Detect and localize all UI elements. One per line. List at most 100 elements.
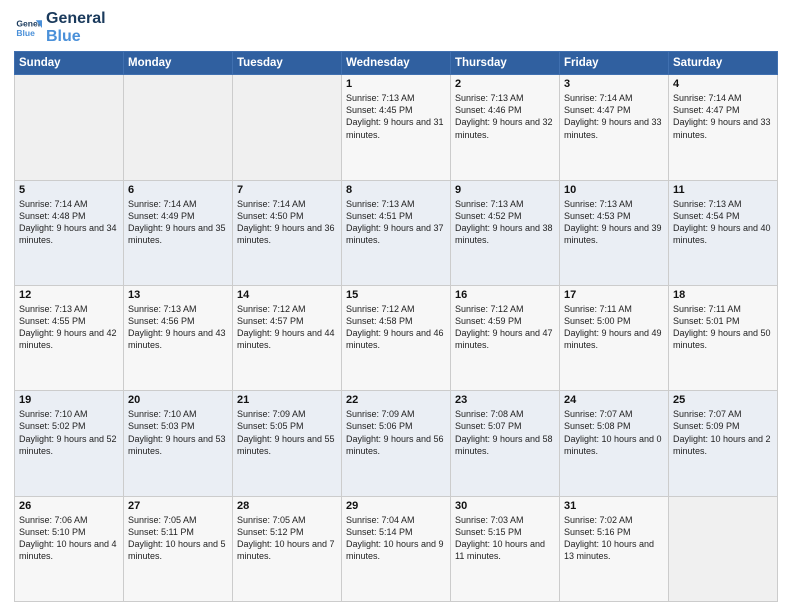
day-info: Sunrise: 7:12 AM Sunset: 4:57 PM Dayligh… [237,303,337,352]
day-info: Sunrise: 7:13 AM Sunset: 4:51 PM Dayligh… [346,198,446,247]
day-number: 30 [455,500,555,512]
logo: General Blue General Blue [14,10,106,45]
day-info: Sunrise: 7:11 AM Sunset: 5:00 PM Dayligh… [564,303,664,352]
day-number: 29 [346,500,446,512]
weekday-header-thursday: Thursday [451,52,560,75]
day-cell [15,75,124,180]
day-cell: 3Sunrise: 7:14 AM Sunset: 4:47 PM Daylig… [560,75,669,180]
day-cell: 29Sunrise: 7:04 AM Sunset: 5:14 PM Dayli… [342,496,451,601]
day-number: 7 [237,184,337,196]
week-row-3: 12 Sunrise: 7:13 AM Sunset: 4:55 PM Dayli… [15,285,778,390]
day-number: 24 [564,394,664,406]
weekday-header-saturday: Saturday [669,52,778,75]
day-cell: 26 Sunrise: 7:06 AM Sunset: 5:10 PM Dayli… [15,496,124,601]
day-number: 28 [237,500,337,512]
day-number: 19 [19,394,119,406]
day-cell [124,75,233,180]
day-info: Sunrise: 7:10 AM Sunset: 5:03 PM Dayligh… [128,408,228,457]
day-number: 12 [19,289,119,301]
day-info: Sunrise: 7:05 AM Sunset: 5:11 PM Dayligh… [128,514,228,563]
day-cell: 27 Sunrise: 7:05 AM Sunset: 5:11 PM Dayli… [124,496,233,601]
day-info: Sunrise: 7:05 AM Sunset: 5:12 PM Dayligh… [237,514,337,563]
day-info: Sunrise: 7:06 AM Sunset: 5:10 PM Dayligh… [19,514,119,563]
day-number: 26 [19,500,119,512]
day-info: Sunrise: 7:11 AM Sunset: 5:01 PM Dayligh… [673,303,773,352]
day-info: Sunrise: 7:13 AM Sunset: 4:55 PM Dayligh… [19,303,119,352]
week-row-5: 26 Sunrise: 7:06 AM Sunset: 5:10 PM Dayli… [15,496,778,601]
day-info: Sunrise: 7:13 AM Sunset: 4:53 PM Dayligh… [564,198,664,247]
svg-text:General: General [16,18,42,28]
day-cell: 30 Sunrise: 7:03 AM Sunset: 5:15 PM Dayli… [451,496,560,601]
day-info: Sunrise: 7:10 AM Sunset: 5:02 PM Dayligh… [19,408,119,457]
day-cell: 25Sunrise: 7:07 AM Sunset: 5:09 PM Dayli… [669,391,778,496]
day-number: 27 [128,500,228,512]
day-cell: 17 Sunrise: 7:11 AM Sunset: 5:00 PM Dayli… [560,285,669,390]
page: General Blue General Blue SundayMondayTu… [0,0,792,612]
day-info: Sunrise: 7:13 AM Sunset: 4:56 PM Dayligh… [128,303,228,352]
weekday-header-tuesday: Tuesday [233,52,342,75]
day-cell: 7 Sunrise: 7:14 AM Sunset: 4:50 PM Daylig… [233,180,342,285]
day-number: 9 [455,184,555,196]
day-cell: 22Sunrise: 7:09 AM Sunset: 5:06 PM Dayli… [342,391,451,496]
header: General Blue General Blue [14,10,778,45]
weekday-header-wednesday: Wednesday [342,52,451,75]
day-cell: 23 Sunrise: 7:08 AM Sunset: 5:07 PM Dayli… [451,391,560,496]
day-number: 3 [564,78,664,90]
week-row-4: 19 Sunrise: 7:10 AM Sunset: 5:02 PM Dayli… [15,391,778,496]
week-row-2: 5Sunrise: 7:14 AM Sunset: 4:48 PM Daylig… [15,180,778,285]
day-info: Sunrise: 7:07 AM Sunset: 5:08 PM Dayligh… [564,408,664,457]
day-number: 17 [564,289,664,301]
day-number: 1 [346,78,446,90]
day-number: 10 [564,184,664,196]
day-info: Sunrise: 7:02 AM Sunset: 5:16 PM Dayligh… [564,514,664,563]
day-number: 4 [673,78,773,90]
day-cell: 8Sunrise: 7:13 AM Sunset: 4:51 PM Daylig… [342,180,451,285]
day-cell [233,75,342,180]
day-cell: 4 Sunrise: 7:14 AM Sunset: 4:47 PM Daylig… [669,75,778,180]
day-cell: 12 Sunrise: 7:13 AM Sunset: 4:55 PM Dayli… [15,285,124,390]
day-cell: 21Sunrise: 7:09 AM Sunset: 5:05 PM Dayli… [233,391,342,496]
day-info: Sunrise: 7:07 AM Sunset: 5:09 PM Dayligh… [673,408,773,457]
svg-text:Blue: Blue [16,27,35,37]
day-cell: 6Sunrise: 7:14 AM Sunset: 4:49 PM Daylig… [124,180,233,285]
day-cell: 5Sunrise: 7:14 AM Sunset: 4:48 PM Daylig… [15,180,124,285]
day-cell: 28 Sunrise: 7:05 AM Sunset: 5:12 PM Dayli… [233,496,342,601]
day-number: 18 [673,289,773,301]
day-cell: 13 Sunrise: 7:13 AM Sunset: 4:56 PM Dayli… [124,285,233,390]
day-number: 20 [128,394,228,406]
day-info: Sunrise: 7:14 AM Sunset: 4:49 PM Dayligh… [128,198,228,247]
day-cell: 9 Sunrise: 7:13 AM Sunset: 4:52 PM Daylig… [451,180,560,285]
day-info: Sunrise: 7:14 AM Sunset: 4:48 PM Dayligh… [19,198,119,247]
day-cell: 14 Sunrise: 7:12 AM Sunset: 4:57 PM Dayli… [233,285,342,390]
calendar-table: SundayMondayTuesdayWednesdayThursdayFrid… [14,51,778,602]
day-info: Sunrise: 7:13 AM Sunset: 4:45 PM Dayligh… [346,92,446,141]
day-info: Sunrise: 7:13 AM Sunset: 4:52 PM Dayligh… [455,198,555,247]
day-cell: 19 Sunrise: 7:10 AM Sunset: 5:02 PM Dayli… [15,391,124,496]
day-info: Sunrise: 7:09 AM Sunset: 5:05 PM Dayligh… [237,408,337,457]
day-info: Sunrise: 7:08 AM Sunset: 5:07 PM Dayligh… [455,408,555,457]
day-cell: 16Sunrise: 7:12 AM Sunset: 4:59 PM Dayli… [451,285,560,390]
day-cell: 11Sunrise: 7:13 AM Sunset: 4:54 PM Dayli… [669,180,778,285]
weekday-header-row: SundayMondayTuesdayWednesdayThursdayFrid… [15,52,778,75]
day-info: Sunrise: 7:14 AM Sunset: 4:50 PM Dayligh… [237,198,337,247]
weekday-header-monday: Monday [124,52,233,75]
day-cell [669,496,778,601]
day-number: 15 [346,289,446,301]
day-number: 22 [346,394,446,406]
day-number: 14 [237,289,337,301]
day-cell: 24 Sunrise: 7:07 AM Sunset: 5:08 PM Dayli… [560,391,669,496]
weekday-header-friday: Friday [560,52,669,75]
day-cell: 15Sunrise: 7:12 AM Sunset: 4:58 PM Dayli… [342,285,451,390]
day-cell: 2Sunrise: 7:13 AM Sunset: 4:46 PM Daylig… [451,75,560,180]
day-cell: 20 Sunrise: 7:10 AM Sunset: 5:03 PM Dayli… [124,391,233,496]
day-cell: 18 Sunrise: 7:11 AM Sunset: 5:01 PM Dayli… [669,285,778,390]
weekday-header-sunday: Sunday [15,52,124,75]
logo-text: General Blue [46,10,106,45]
day-info: Sunrise: 7:14 AM Sunset: 4:47 PM Dayligh… [673,92,773,141]
day-number: 13 [128,289,228,301]
day-number: 23 [455,394,555,406]
day-info: Sunrise: 7:03 AM Sunset: 5:15 PM Dayligh… [455,514,555,563]
day-cell: 1 Sunrise: 7:13 AM Sunset: 4:45 PM Daylig… [342,75,451,180]
week-row-1: 1 Sunrise: 7:13 AM Sunset: 4:45 PM Daylig… [15,75,778,180]
day-info: Sunrise: 7:13 AM Sunset: 4:54 PM Dayligh… [673,198,773,247]
